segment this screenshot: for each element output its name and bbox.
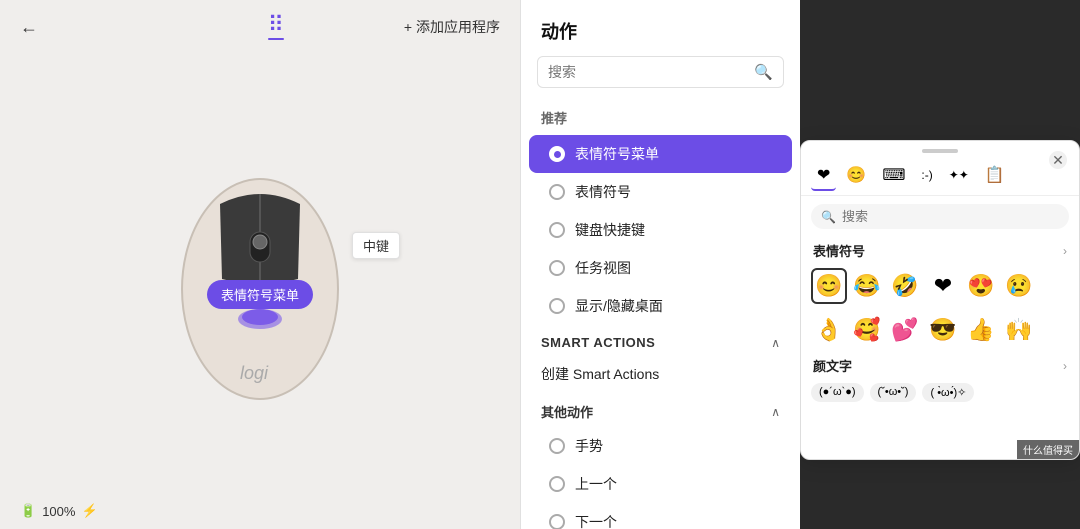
tab-underline bbox=[268, 38, 284, 40]
action-item-gesture[interactable]: 手势 bbox=[529, 427, 792, 465]
search-icon: 🔍 bbox=[754, 63, 773, 81]
kaomoji-1[interactable]: (●´ω`●) bbox=[811, 383, 864, 402]
drag-handle bbox=[922, 149, 958, 153]
tab-clipboard[interactable]: 📋 bbox=[979, 161, 1011, 191]
kaomoji-2[interactable]: (˘•ω•˘) bbox=[870, 383, 917, 402]
tab-keyboard[interactable]: ⌨ bbox=[876, 161, 911, 191]
radio-prev bbox=[549, 476, 565, 492]
mouse-svg: logi bbox=[150, 124, 370, 424]
watermark: 什么值得买 bbox=[1017, 440, 1079, 459]
emoji-section-header: 表情符号 › bbox=[801, 237, 1079, 264]
emoji-grid-row2: 👌 🥰 💕 😎 👍 🙌 bbox=[801, 308, 1079, 352]
emoji-section-title: 表情符号 bbox=[813, 241, 865, 260]
search-input[interactable] bbox=[548, 64, 748, 80]
middle-button-label: 中键 bbox=[352, 232, 400, 259]
close-icon: ✕ bbox=[1052, 152, 1064, 169]
action-item-desktop[interactable]: 显示/隐藏桌面 bbox=[529, 287, 792, 325]
create-smart-action-item[interactable]: 创建 Smart Actions bbox=[521, 356, 800, 392]
radio-empty-2 bbox=[549, 222, 565, 238]
emoji-cell-joy[interactable]: 😂 bbox=[849, 268, 885, 304]
action-item-prev[interactable]: 上一个 bbox=[529, 465, 792, 503]
action-item-keyboard[interactable]: 键盘快捷键 bbox=[529, 211, 792, 249]
add-app-button[interactable]: + 添加应用程序 bbox=[404, 17, 500, 37]
bluetooth-icon: ⚡ bbox=[81, 503, 97, 519]
kaomoji-grid: (●´ω`●) (˘•ω•˘) ( •̀ω•́)✧ bbox=[801, 379, 1079, 406]
radio-empty-4 bbox=[549, 298, 565, 314]
background-panel: ✕ ❤ 😊 ⌨ :-) ✦✦ 📋 🔍 表情符号 › 😊 😂 🤣 ❤ 😍 � bbox=[800, 0, 1080, 529]
emoji-search-input[interactable] bbox=[842, 209, 1059, 224]
top-bar: ← ⠿ + 添加应用程序 bbox=[0, 0, 520, 54]
emoji-cell-ok[interactable]: 👌 bbox=[811, 312, 847, 348]
emoji-cell-rofl[interactable]: 🤣 bbox=[887, 268, 923, 304]
app-icons-tab[interactable]: ⠿ bbox=[268, 14, 284, 40]
item-label-keyboard: 键盘快捷键 bbox=[575, 220, 645, 240]
emoji-section-arrow[interactable]: › bbox=[1063, 244, 1067, 258]
search-box[interactable]: 🔍 bbox=[537, 56, 784, 88]
radio-next bbox=[549, 514, 565, 529]
emoji-picker: ✕ ❤ 😊 ⌨ :-) ✦✦ 📋 🔍 表情符号 › 😊 😂 🤣 ❤ 😍 � bbox=[800, 140, 1080, 460]
panel-title: 动作 bbox=[521, 0, 800, 56]
emoji-cell-hearts[interactable]: 💕 bbox=[887, 312, 923, 348]
emoji-cell-raised[interactable]: 🙌 bbox=[1001, 312, 1037, 348]
close-button[interactable]: ✕ bbox=[1049, 151, 1067, 169]
item-label-next: 下一个 bbox=[575, 512, 617, 529]
emoji-search-icon: 🔍 bbox=[821, 210, 836, 224]
create-smart-action-label: 创建 Smart Actions bbox=[541, 366, 659, 382]
mouse-wrapper: logi 中键 表情符号菜单 bbox=[150, 124, 370, 424]
kaomoji-section-arrow[interactable]: › bbox=[1063, 359, 1067, 373]
battery-percentage: 100% bbox=[42, 504, 75, 519]
emoji-cell-cry[interactable]: 😢 bbox=[1001, 268, 1037, 304]
battery-icon: 🔋 bbox=[20, 503, 36, 519]
other-action-list: 手势 上一个 下一个 bbox=[521, 427, 800, 529]
tab-heart[interactable]: ❤ bbox=[811, 161, 836, 191]
radio-inner bbox=[554, 151, 561, 158]
item-label-taskview: 任务视图 bbox=[575, 258, 631, 278]
radio-gesture bbox=[549, 438, 565, 454]
kaomoji-section-header: 颜文字 › bbox=[801, 352, 1079, 379]
recommended-section-label: 推荐 bbox=[521, 104, 800, 135]
radio-filled bbox=[549, 146, 565, 162]
add-app-label: + 添加应用程序 bbox=[404, 17, 500, 37]
mouse-container: logi 中键 表情符号菜单 bbox=[0, 54, 520, 493]
smart-actions-title: SMART ACTIONS bbox=[541, 335, 655, 350]
item-label-prev: 上一个 bbox=[575, 474, 617, 494]
emoji-cell-hearteyes[interactable]: 😍 bbox=[963, 268, 999, 304]
emoji-cell-thumbsup[interactable]: 👍 bbox=[963, 312, 999, 348]
emoji-grid-row1: 😊 😂 🤣 ❤ 😍 😢 bbox=[801, 264, 1079, 308]
smart-actions-header[interactable]: SMART ACTIONS ∧ bbox=[521, 325, 800, 356]
action-item-emoji-menu[interactable]: 表情符号菜单 bbox=[529, 135, 792, 173]
emoji-cell-smiling[interactable]: 🥰 bbox=[849, 312, 885, 348]
other-actions-title: 其他动作 bbox=[541, 402, 593, 421]
item-label-desktop: 显示/隐藏桌面 bbox=[575, 296, 663, 316]
emoji-menu-button-label[interactable]: 表情符号菜单 bbox=[207, 280, 313, 309]
tab-symbols[interactable]: ✦✦ bbox=[943, 164, 975, 188]
other-actions-header[interactable]: 其他动作 ∧ bbox=[521, 392, 800, 427]
tab-kaomoji[interactable]: :-) bbox=[915, 164, 938, 188]
emoji-cell-heart[interactable]: ❤ bbox=[925, 268, 961, 304]
action-item-taskview[interactable]: 任务视图 bbox=[529, 249, 792, 287]
tab-smiley[interactable]: 😊 bbox=[840, 161, 872, 191]
item-label-gesture: 手势 bbox=[575, 436, 603, 456]
radio-empty-3 bbox=[549, 260, 565, 276]
emoji-search-box[interactable]: 🔍 bbox=[811, 204, 1069, 229]
emoji-cell-grinning[interactable]: 😊 bbox=[811, 268, 847, 304]
other-actions-chevron: ∧ bbox=[771, 405, 780, 419]
smart-actions-chevron: ∧ bbox=[771, 336, 780, 350]
back-button[interactable]: ← bbox=[20, 17, 38, 38]
item-label-emoji: 表情符号 bbox=[575, 182, 631, 202]
kaomoji-3[interactable]: ( •̀ω•́)✧ bbox=[922, 383, 974, 402]
radio-empty bbox=[549, 184, 565, 200]
emoji-cell-cool[interactable]: 😎 bbox=[925, 312, 961, 348]
action-item-emoji[interactable]: 表情符号 bbox=[529, 173, 792, 211]
grid-icon: ⠿ bbox=[268, 14, 284, 36]
action-item-next[interactable]: 下一个 bbox=[529, 503, 792, 529]
battery-bar: 🔋 100% ⚡ bbox=[0, 493, 520, 529]
item-label-emoji-menu: 表情符号菜单 bbox=[575, 144, 659, 164]
kaomoji-section-title: 颜文字 bbox=[813, 356, 852, 375]
emoji-tab-bar: ❤ 😊 ⌨ :-) ✦✦ 📋 bbox=[801, 157, 1079, 196]
left-panel: ← ⠿ + 添加应用程序 bbox=[0, 0, 520, 529]
svg-text:logi: logi bbox=[240, 363, 269, 383]
action-panel: 动作 🔍 推荐 表情符号菜单 表情符号 键盘快捷键 任务视图 显示/隐藏桌面 S… bbox=[520, 0, 800, 529]
